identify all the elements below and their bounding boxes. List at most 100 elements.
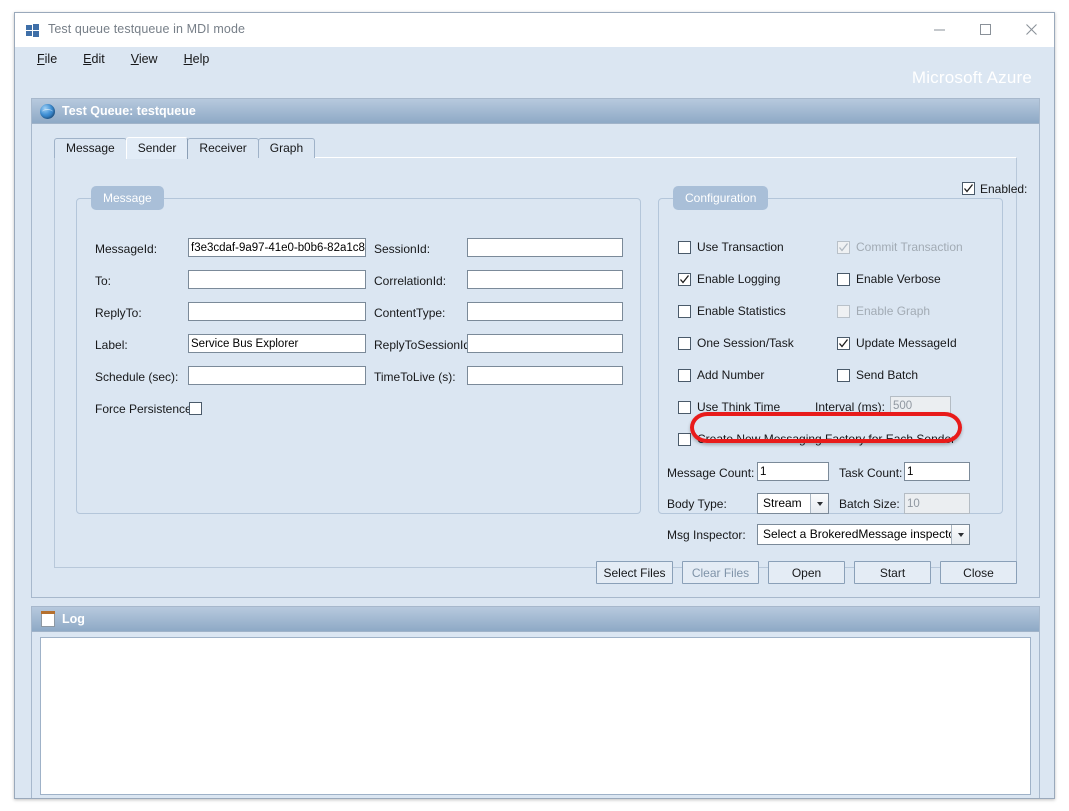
create-messaging-factory-checkbox[interactable] [678, 433, 691, 446]
log-header: Log [32, 607, 1039, 632]
sessionid-label: SessionId: [374, 242, 431, 256]
enable-statistics-checkbox[interactable] [678, 305, 691, 318]
batch-size-input: 10 [904, 493, 970, 514]
contenttype-label: ContentType: [374, 306, 446, 320]
close-icon[interactable] [1008, 13, 1054, 45]
configuration-group-label: Configuration [673, 186, 769, 210]
enable-verbose-checkbox[interactable] [837, 273, 850, 286]
select-files-button[interactable]: Select Files [596, 561, 673, 584]
enable-logging-label: Enable Logging [697, 272, 781, 286]
enable-logging-checkbox[interactable] [678, 273, 691, 286]
use-transaction-checkbox[interactable] [678, 241, 691, 254]
enable-graph-checkbox [837, 305, 850, 318]
contenttype-input[interactable] [467, 302, 623, 321]
update-messageid-checkbox[interactable] [837, 337, 850, 350]
sender-tab-panel: Enabled: Message MessageId: To: ReplyTo:… [54, 157, 1027, 568]
use-think-time-checkbox[interactable] [678, 401, 691, 414]
timetolive-input[interactable] [467, 366, 623, 385]
message-group-label: Message [91, 186, 164, 210]
tab-message[interactable]: Message [54, 138, 127, 158]
menu-item-view[interactable]: View [131, 52, 158, 66]
force-persistence-checkbox[interactable] [189, 402, 202, 415]
minimize-icon[interactable] [916, 13, 962, 45]
window-controls [916, 13, 1054, 45]
sessionid-input[interactable] [467, 238, 623, 257]
log-title: Log [62, 612, 85, 626]
add-number-label: Add Number [697, 368, 765, 382]
message-group: Message MessageId: To: ReplyTo: Label: S… [76, 186, 641, 514]
menu-item-edit[interactable]: Edit [83, 52, 105, 66]
replytosessionid-input[interactable] [467, 334, 623, 353]
use-think-time-label: Use Think Time [697, 400, 781, 414]
enabled-checkbox[interactable] [962, 182, 975, 195]
globe-icon [40, 103, 55, 119]
update-messageid-label: Update MessageId [856, 336, 957, 350]
one-session-task-checkbox[interactable] [678, 337, 691, 350]
add-number-checkbox[interactable] [678, 369, 691, 382]
log-panel: Log [31, 606, 1040, 798]
enable-verbose-label: Enable Verbose [856, 272, 941, 286]
msg-inspector-label: Msg Inspector: [667, 528, 746, 542]
windows-logo-icon [26, 24, 39, 37]
panel-title: Test Queue: testqueue [62, 104, 196, 118]
interval-label: Interval (ms): [815, 400, 886, 414]
enabled-checkbox-label: Enabled: [980, 182, 1028, 196]
to-input[interactable] [188, 270, 366, 289]
start-button[interactable]: Start [854, 561, 931, 584]
create-messaging-factory-label: Create New Messaging Factory for Each Se… [697, 432, 956, 446]
use-transaction-label: Use Transaction [697, 240, 784, 254]
app-window: Test queue testqueue in MDI mode File Ed… [14, 12, 1055, 799]
message-count-label: Message Count: [667, 466, 755, 480]
to-label: To: [95, 274, 112, 288]
label-label: Label: [95, 338, 128, 352]
label-input[interactable]: Service Bus Explorer [188, 334, 366, 353]
menu-bar: File Edit View Help [15, 47, 1054, 71]
note-icon [41, 611, 55, 627]
tab-strip: Message Sender Receiver Graph [54, 137, 1039, 159]
configuration-group: Configuration Use Transaction Enable Log… [658, 186, 1003, 545]
messageid-input[interactable]: f3e3cdaf-9a97-41e0-b0b6-82a1c86b [188, 238, 366, 257]
interval-input: 500 [890, 396, 951, 415]
chevron-down-icon[interactable] [951, 525, 969, 544]
action-buttons: Select Files Clear Files Open Start Clos… [596, 561, 1017, 584]
tab-receiver[interactable]: Receiver [187, 138, 259, 158]
msg-inspector-value: Select a BrokeredMessage inspector... [763, 527, 969, 541]
correlationid-label: CorrelationId: [374, 274, 447, 288]
replyto-input[interactable] [188, 302, 366, 321]
send-batch-checkbox[interactable] [837, 369, 850, 382]
menu-item-help[interactable]: Help [184, 52, 210, 66]
enable-graph-label: Enable Graph [856, 304, 931, 318]
close-button[interactable]: Close [940, 561, 1017, 584]
commit-transaction-label: Commit Transaction [856, 240, 963, 254]
window-title: Test queue testqueue in MDI mode [48, 22, 246, 36]
schedule-label: Schedule (sec): [95, 370, 179, 384]
panel-header: Test Queue: testqueue [32, 99, 1039, 124]
message-count-input[interactable]: 1 [757, 462, 829, 481]
replytosessionid-label: ReplyToSessionId: [374, 338, 474, 352]
msg-inspector-select[interactable]: Select a BrokeredMessage inspector... [757, 524, 970, 545]
tab-sender[interactable]: Sender [125, 137, 189, 159]
body-type-value: Stream [763, 496, 802, 510]
open-button[interactable]: Open [768, 561, 845, 584]
mdi-child-panel: Test Queue: testqueue Message Sender Rec… [31, 98, 1040, 598]
correlationid-input[interactable] [467, 270, 623, 289]
body-type-label: Body Type: [667, 497, 727, 511]
commit-transaction-checkbox [837, 241, 850, 254]
task-count-input[interactable]: 1 [904, 462, 970, 481]
menu-item-file[interactable]: File [37, 52, 57, 66]
title-bar: Test queue testqueue in MDI mode [15, 13, 1054, 47]
enable-statistics-label: Enable Statistics [697, 304, 786, 318]
one-session-task-label: One Session/Task [697, 336, 794, 350]
clear-files-button[interactable]: Clear Files [682, 561, 759, 584]
timetolive-label: TimeToLive (s): [374, 370, 456, 384]
chevron-down-icon[interactable] [810, 494, 828, 513]
schedule-input[interactable] [188, 366, 366, 385]
maximize-icon[interactable] [962, 13, 1008, 45]
send-batch-label: Send Batch [856, 368, 919, 382]
client-area: Test Queue: testqueue Message Sender Rec… [23, 85, 1046, 798]
body-type-select[interactable]: Stream [757, 493, 829, 514]
tab-graph[interactable]: Graph [257, 138, 316, 158]
messageid-label: MessageId: [95, 242, 158, 256]
force-persistence-label: Force Persistence: [95, 402, 196, 416]
log-textarea[interactable] [40, 637, 1031, 795]
